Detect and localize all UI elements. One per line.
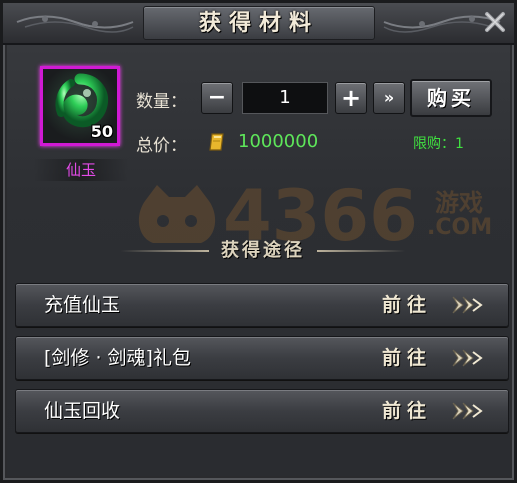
title-ornament-left [16,15,134,33]
watermark-brand: 游戏 [435,189,483,217]
divider-right [317,250,405,252]
buy-button[interactable]: 购买 [410,79,492,117]
watermark-domain: .COM [427,215,493,240]
title-plate: 获得材料 [143,6,375,40]
go-button[interactable]: 前往 [382,337,432,379]
double-arrow-right-icon [452,296,483,314]
route-jade-recycle[interactable]: 仙玉回收 前往 [15,389,509,433]
double-arrow-right-icon [452,349,483,367]
gold-ingot-icon [209,133,224,151]
purchase-limit: 限购：1 [413,136,464,152]
close-icon[interactable] [482,9,508,35]
dialog-title: 获得材料 [198,10,319,36]
total-price-value: 1000000 [238,131,319,152]
max-quantity-button[interactable]: » [373,82,405,114]
title-bar: 获得材料 [3,3,514,45]
quantity-input[interactable]: 1 [242,82,328,114]
go-button[interactable]: 前往 [382,284,432,326]
go-button[interactable]: 前往 [382,390,432,432]
route-label: [剑修 · 剑魂]礼包 [44,347,191,369]
acquisition-section-header: 获得途径 [113,238,413,264]
double-arrow-right-icon [452,402,483,420]
item-slot[interactable]: 50 [40,66,120,146]
route-recharge-jade[interactable]: 充值仙玉 前往 [15,283,509,327]
route-label: 仙玉回收 [44,400,121,422]
decrease-quantity-button[interactable]: − [201,82,233,114]
increase-quantity-button[interactable]: + [335,82,367,114]
route-sword-gift-pack[interactable]: [剑修 · 剑魂]礼包 前往 [15,336,509,380]
route-label: 充值仙玉 [44,294,121,316]
total-price-label: 总价： [136,136,187,156]
get-material-dialog: 获得材料 50 仙玉 数量： − 1 + » 购买 总价： 1000000 限购… [0,0,517,483]
item-name: 仙玉 [33,159,129,181]
quantity-label: 数量： [136,92,187,112]
item-count: 50 [90,122,113,141]
